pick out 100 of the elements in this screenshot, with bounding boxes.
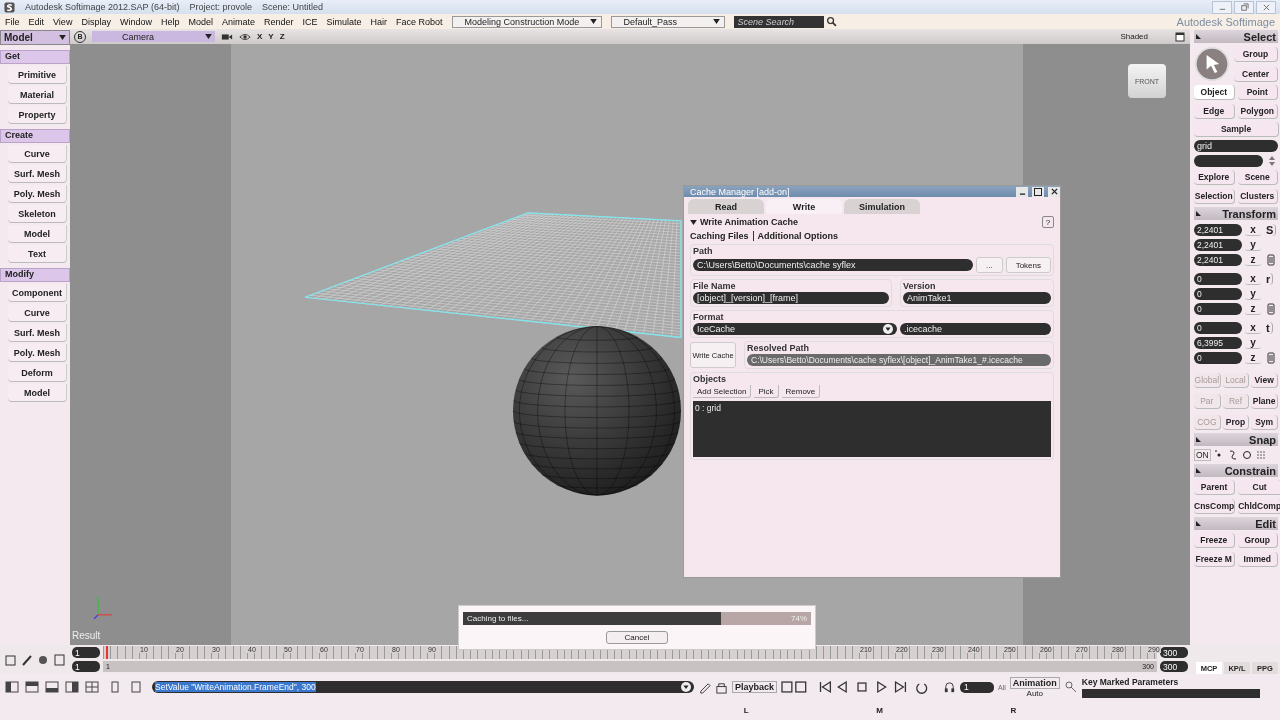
- auto-key-button[interactable]: Auto: [1026, 688, 1044, 698]
- transform-value-field[interactable]: 2,2401: [1194, 223, 1242, 236]
- selection-history-field[interactable]: [1194, 155, 1263, 167]
- tool-button[interactable]: Skeleton: [8, 205, 67, 223]
- slider-icon[interactable]: [1267, 253, 1275, 266]
- transform-value-field[interactable]: 0: [1194, 321, 1242, 334]
- tokens-button[interactable]: Tokens: [1005, 257, 1051, 273]
- axis-button[interactable]: x: [1245, 272, 1261, 285]
- constrain-button[interactable]: ChldComp: [1238, 499, 1280, 514]
- selection-mode-button[interactable]: Polygon: [1237, 104, 1278, 119]
- menu-item[interactable]: Animate: [221, 16, 255, 27]
- stepper-icon[interactable]: [1266, 155, 1278, 167]
- menu-item[interactable]: Model: [188, 16, 213, 27]
- eye-icon[interactable]: [239, 31, 251, 42]
- reference-button[interactable]: View: [1251, 373, 1278, 388]
- transform-mode-button[interactable]: S: [1264, 223, 1277, 236]
- surface-snap-icon[interactable]: [1240, 449, 1253, 461]
- menu-item[interactable]: Render: [264, 16, 294, 27]
- out-frame-field[interactable]: 300: [1160, 661, 1188, 672]
- maximize-icon[interactable]: [1174, 31, 1186, 42]
- animation-button[interactable]: Animation: [1009, 676, 1060, 689]
- transform-value-field[interactable]: 6,3995: [1194, 336, 1242, 349]
- section-header[interactable]: Edit: [1194, 517, 1278, 530]
- shading-mode[interactable]: Shaded: [1120, 32, 1148, 41]
- search-field[interactable]: Scene Search: [733, 15, 824, 28]
- module-dropdown[interactable]: Model: [0, 30, 70, 45]
- tool-button[interactable]: Primitive: [8, 66, 67, 84]
- format-dropdown[interactable]: IceCache: [693, 323, 897, 335]
- cancel-button[interactable]: Cancel: [606, 631, 668, 644]
- constrain-button[interactable]: Parent: [1194, 480, 1236, 495]
- transform-mode-button[interactable]: r: [1264, 272, 1274, 285]
- explore-button[interactable]: Scene: [1237, 170, 1278, 185]
- tool-button[interactable]: Model: [8, 225, 67, 243]
- constrain-button[interactable]: Cut: [1238, 480, 1280, 495]
- selection-mode-button[interactable]: Edge: [1194, 104, 1235, 119]
- tool-button[interactable]: Curve: [8, 304, 67, 322]
- menu-item[interactable]: Simulate: [326, 16, 362, 27]
- close-button[interactable]: [1048, 186, 1060, 197]
- start-frame-field[interactable]: 1: [72, 647, 100, 658]
- tab[interactable]: Simulation: [844, 199, 920, 214]
- section-header[interactable]: Constrain: [1194, 464, 1278, 477]
- end-frame-field[interactable]: 300: [1160, 647, 1188, 658]
- reference-button[interactable]: Sym: [1251, 415, 1278, 430]
- menu-item[interactable]: Display: [81, 16, 111, 27]
- tab[interactable]: Read: [688, 199, 764, 214]
- section-header[interactable]: Snap: [1194, 433, 1278, 446]
- transform-value-field[interactable]: 0: [1194, 302, 1242, 315]
- axis-button[interactable]: y: [1245, 238, 1261, 251]
- transform-mode-button[interactable]: t: [1264, 321, 1273, 334]
- lock-icon[interactable]: [715, 680, 728, 694]
- search-icon[interactable]: [825, 16, 837, 27]
- add-selection-button[interactable]: Add Selection: [693, 385, 752, 398]
- version-field[interactable]: AnimTake1: [903, 292, 1051, 304]
- pick-button[interactable]: Pick: [754, 385, 779, 398]
- object-list-item[interactable]: 0 : grid: [695, 403, 1049, 413]
- command-field[interactable]: SetValue "WriteAnimation.FrameEnd", 300: [152, 681, 694, 693]
- mode-dropdown[interactable]: Modeling Construction Mode: [451, 15, 602, 28]
- transform-value-field[interactable]: 0: [1194, 287, 1242, 300]
- select-button[interactable]: Group: [1234, 46, 1278, 62]
- axis-button[interactable]: z: [1245, 351, 1261, 364]
- edit-button[interactable]: Freeze M: [1194, 552, 1235, 567]
- remove-button[interactable]: Remove: [781, 385, 821, 398]
- edit-button[interactable]: Immed: [1237, 552, 1278, 567]
- transform-value-field[interactable]: 2,2401: [1194, 253, 1242, 266]
- camera-icon[interactable]: [221, 31, 233, 42]
- tool-button[interactable]: Surf. Mesh: [8, 324, 67, 342]
- sample-button[interactable]: Sample: [1194, 122, 1279, 137]
- menu-item[interactable]: Edit: [28, 16, 45, 27]
- constrain-button[interactable]: CnsComp: [1194, 499, 1236, 514]
- explore-button[interactable]: Clusters: [1237, 189, 1278, 204]
- section-header[interactable]: Select: [1194, 30, 1278, 43]
- axis-button[interactable]: y: [1245, 336, 1261, 349]
- tool-button[interactable]: Surf. Mesh: [8, 165, 67, 183]
- transform-value-field[interactable]: 2,2401: [1194, 238, 1242, 251]
- tool-button[interactable]: Property: [8, 106, 67, 124]
- selection-filter-field[interactable]: grid: [1194, 140, 1278, 152]
- file-name-field[interactable]: [object]_[version]_[frame]: [693, 292, 889, 304]
- selection-mode-button[interactable]: Point: [1237, 85, 1278, 100]
- axis-button[interactable]: x: [1245, 321, 1261, 334]
- tools-icon[interactable]: [4, 653, 66, 666]
- reference-button[interactable]: Prop: [1222, 415, 1250, 430]
- section-title[interactable]: Write Animation Cache: [700, 217, 798, 227]
- menu-item[interactable]: View: [53, 16, 73, 27]
- axis-toggle[interactable]: X: [257, 32, 263, 41]
- axis-button[interactable]: z: [1245, 253, 1261, 266]
- tool-button[interactable]: Curve: [8, 145, 67, 163]
- explore-button[interactable]: Explore: [1194, 170, 1235, 185]
- menu-item[interactable]: ICE: [302, 16, 318, 27]
- extension-field[interactable]: .icecache: [900, 323, 1051, 335]
- axis-button[interactable]: y: [1245, 287, 1261, 300]
- current-frame-field[interactable]: 1: [960, 681, 995, 693]
- menu-item[interactable]: Face Robot: [396, 16, 443, 27]
- menu-item[interactable]: Hair: [370, 16, 388, 27]
- restore-button[interactable]: [1234, 0, 1254, 14]
- menu-item[interactable]: Help: [160, 16, 180, 27]
- tab[interactable]: Write: [766, 199, 842, 214]
- script-icon[interactable]: [698, 680, 711, 694]
- playback-button[interactable]: Playback: [732, 681, 778, 693]
- layout-icons[interactable]: [4, 680, 144, 694]
- menu-item[interactable]: File: [5, 16, 20, 27]
